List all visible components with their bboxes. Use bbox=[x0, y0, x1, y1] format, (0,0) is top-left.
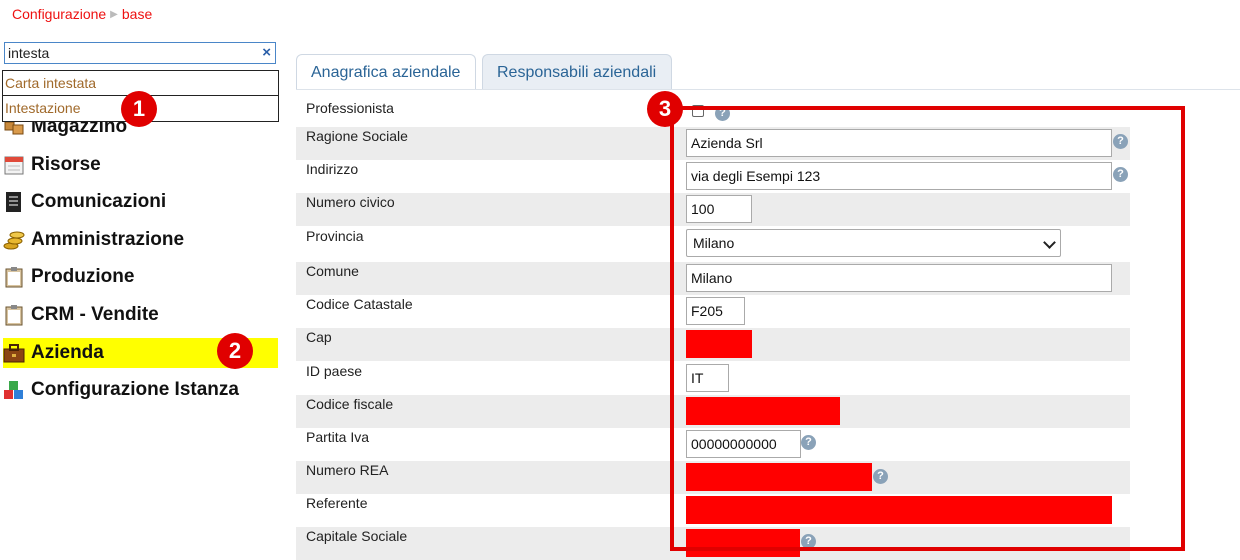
blocks-icon bbox=[3, 379, 25, 401]
field-label: Ragione Sociale bbox=[306, 128, 408, 144]
numero-civico-input[interactable]: 100 bbox=[686, 195, 752, 223]
field-label: Referente bbox=[306, 495, 368, 511]
clear-search-icon[interactable]: × bbox=[262, 44, 271, 61]
coins-icon bbox=[3, 229, 25, 251]
breadcrumb: Configurazione ▶ base bbox=[12, 6, 152, 22]
field-label: Numero civico bbox=[306, 194, 395, 210]
sidebar-item-label: Comunicazioni bbox=[31, 191, 167, 212]
chevron-down-icon bbox=[1043, 236, 1056, 249]
tab-anagrafica-aziendale[interactable]: Anagrafica aziendale bbox=[296, 54, 476, 90]
comune-input[interactable]: Milano bbox=[686, 264, 1112, 292]
clipboard-icon bbox=[3, 266, 25, 288]
sidebar-item-label: CRM - Vendite bbox=[31, 304, 159, 325]
tab-responsabili-aziendali[interactable]: Responsabili aziendali bbox=[482, 54, 672, 90]
sidebar-item-label: Azienda bbox=[31, 342, 104, 363]
field-label: Capitale Sociale bbox=[306, 528, 408, 544]
field-label: Partita Iva bbox=[306, 429, 370, 445]
ragione-sociale-input[interactable]: Azienda Srl bbox=[686, 129, 1112, 157]
sidebar-item-configurazione-istanza[interactable]: Configurazione Istanza bbox=[3, 375, 278, 405]
sidebar-item-crm-vendite[interactable]: CRM - Vendite bbox=[3, 300, 278, 330]
clipboard-icon bbox=[3, 304, 25, 326]
menu-search-box: × bbox=[4, 42, 276, 64]
sidebar-item-label: Produzione bbox=[31, 266, 135, 287]
briefcase-icon bbox=[3, 342, 25, 364]
field-label: Indirizzo bbox=[306, 161, 359, 177]
field-label: Codice fiscale bbox=[306, 396, 394, 412]
provincia-select[interactable]: Milano bbox=[686, 229, 1061, 257]
breadcrumb-root[interactable]: Configurazione bbox=[12, 6, 106, 22]
field-label: ID paese bbox=[306, 363, 363, 379]
field-label: Codice Catastale bbox=[306, 296, 413, 312]
help-icon[interactable]: ? bbox=[801, 534, 816, 549]
capitale-sociale-redacted-field[interactable] bbox=[686, 529, 800, 557]
menu-search-input[interactable] bbox=[5, 43, 251, 63]
document-icon bbox=[3, 191, 25, 213]
sidebar-item-label: Configurazione Istanza bbox=[31, 379, 239, 400]
professionista-checkbox[interactable] bbox=[692, 105, 704, 117]
field-label: Provincia bbox=[306, 228, 364, 244]
sidebar-item-comunicazioni[interactable]: Comunicazioni bbox=[3, 187, 278, 217]
calendar-icon bbox=[3, 154, 25, 176]
step-marker-2: 2 bbox=[217, 333, 253, 369]
cap-redacted-field[interactable] bbox=[686, 330, 752, 358]
breadcrumb-separator-icon: ▶ bbox=[110, 8, 118, 20]
field-label: Numero REA bbox=[306, 462, 389, 478]
help-icon[interactable]: ? bbox=[1113, 134, 1128, 149]
field-label: Cap bbox=[306, 329, 332, 345]
sidebar-item-produzione[interactable]: Produzione bbox=[3, 262, 278, 292]
help-icon[interactable]: ? bbox=[801, 435, 816, 450]
provincia-selected-value: Milano bbox=[693, 235, 735, 251]
step-marker-1: 1 bbox=[121, 91, 157, 127]
help-icon[interactable]: ? bbox=[715, 106, 730, 121]
indirizzo-input[interactable]: via degli Esempi 123 bbox=[686, 162, 1112, 190]
step-marker-3: 3 bbox=[647, 91, 683, 127]
codice-catastale-input[interactable]: F205 bbox=[686, 297, 745, 325]
help-icon[interactable]: ? bbox=[1113, 167, 1128, 182]
referente-redacted-field[interactable] bbox=[686, 496, 1112, 524]
help-icon[interactable]: ? bbox=[873, 469, 888, 484]
partita-iva-input[interactable]: 00000000000 bbox=[686, 430, 801, 458]
sidebar-item-amministrazione[interactable]: Amministrazione bbox=[3, 225, 278, 255]
numero-rea-redacted-field[interactable] bbox=[686, 463, 872, 491]
codice-fiscale-redacted-field[interactable] bbox=[686, 397, 840, 425]
sidebar-item-label: Risorse bbox=[31, 154, 101, 175]
id-paese-input[interactable]: IT bbox=[686, 364, 729, 392]
tab-divider bbox=[296, 89, 1240, 90]
field-label: Comune bbox=[306, 263, 359, 279]
sidebar-item-risorse[interactable]: Risorse bbox=[3, 150, 278, 180]
sidebar-item-label: Amministrazione bbox=[31, 229, 185, 250]
field-label: Professionista bbox=[306, 100, 394, 116]
breadcrumb-current[interactable]: base bbox=[122, 6, 152, 22]
